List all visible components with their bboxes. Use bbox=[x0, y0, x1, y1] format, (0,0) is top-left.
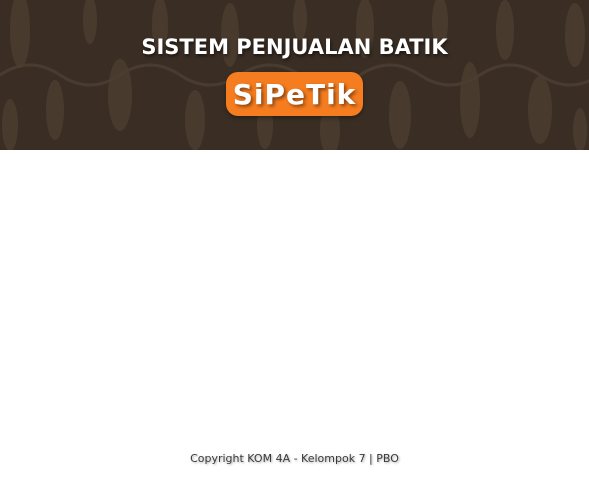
page-title: SISTEM PENJUALAN BATIK bbox=[141, 35, 448, 59]
footer-copyright: Copyright KOM 4A - Kelompok 7 | PBO bbox=[190, 452, 399, 465]
brand-name: SiPeTik bbox=[232, 77, 357, 111]
main-content bbox=[0, 150, 589, 440]
header-banner: SISTEM PENJUALAN BATIK SiPeTik bbox=[0, 0, 589, 150]
brand-badge: SiPeTik bbox=[226, 72, 363, 116]
